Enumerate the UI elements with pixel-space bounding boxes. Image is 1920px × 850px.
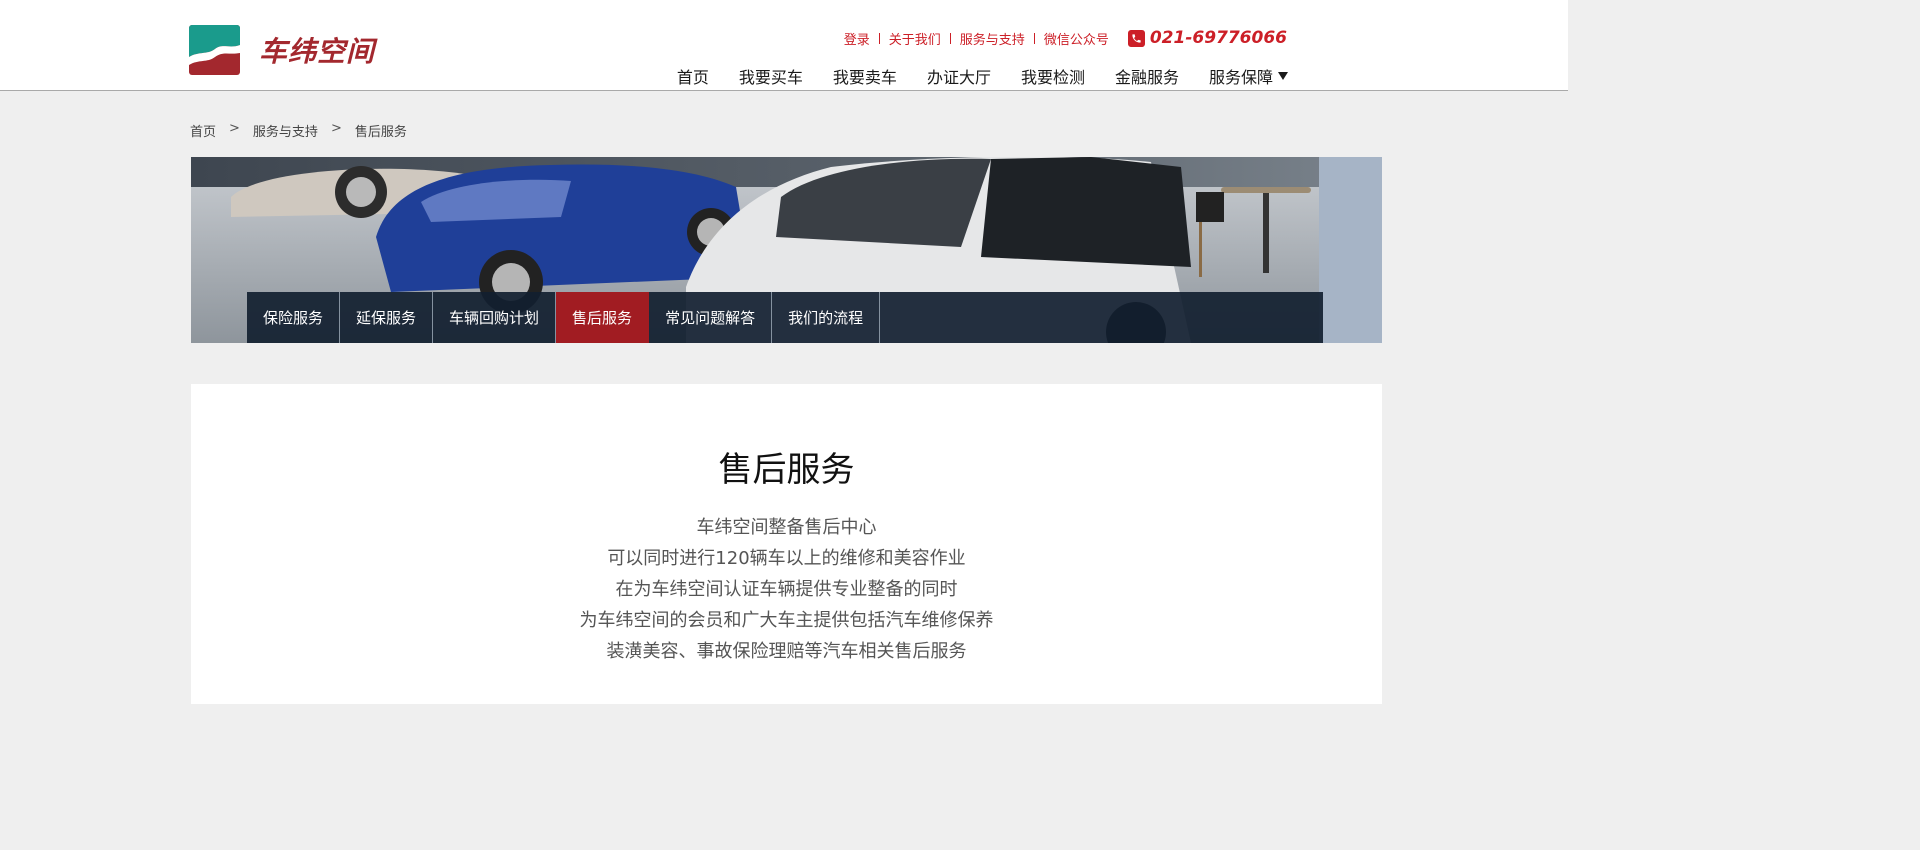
nav-certificate-hall[interactable]: 办证大厅 (927, 64, 991, 88)
service-subnav: 保险服务 延保服务 车辆回购计划 售后服务 常见问题解答 我们的流程 (247, 292, 1323, 343)
nav-inspection[interactable]: 我要检测 (1021, 64, 1085, 88)
divider (1033, 32, 1035, 44)
phone-icon (1127, 29, 1145, 47)
breadcrumb-separator: > (229, 121, 240, 136)
breadcrumb-current: 售后服务 (354, 125, 407, 140)
chevron-down-icon (1278, 72, 1288, 80)
nav-sell-car[interactable]: 我要卖车 (833, 64, 897, 88)
site-header: 车纬空间 登录 关于我们 服务与支持 微信公众号 021-69776066 首页… (0, 0, 1568, 91)
login-link[interactable]: 登录 (844, 29, 870, 48)
top-links: 登录 关于我们 服务与支持 微信公众号 021-69776066 (844, 26, 1287, 50)
description-line: 在为车纬空间认证车辆提供专业整备的同时 (615, 579, 958, 600)
nav-buy-car[interactable]: 我要买车 (739, 64, 803, 88)
tab-our-process[interactable]: 我们的流程 (772, 292, 881, 343)
logo-text: 车纬空间 (259, 35, 376, 68)
description-line: 车纬空间整备售后中心 (696, 517, 877, 538)
logo[interactable]: 车纬空间 (189, 25, 375, 75)
description-line: 装潢美容、事故保险理赔等汽车相关售后服务 (606, 641, 967, 662)
divider (949, 32, 951, 44)
page-title: 售后服务 (718, 450, 855, 490)
phone-contact: 021-69776066 (1127, 28, 1287, 48)
nav-finance[interactable]: 金融服务 (1115, 64, 1179, 88)
breadcrumb-home[interactable]: 首页 (190, 121, 216, 140)
nav-home[interactable]: 首页 (677, 64, 709, 88)
tab-insurance[interactable]: 保险服务 (247, 292, 341, 343)
breadcrumb-separator: > (330, 121, 342, 136)
breadcrumb: 首页 > 服务与支持 > 售后服务 (190, 121, 407, 140)
nav-service-guarantee-label: 服务保障 (1208, 68, 1273, 87)
description-line: 可以同时进行120辆车以上的维修和美容作业 (607, 548, 966, 569)
tab-extended-warranty[interactable]: 延保服务 (340, 292, 434, 343)
content-panel: 售后服务 车纬空间整备售后中心 可以同时进行120辆车以上的维修和美容作业 在为… (191, 384, 1382, 704)
about-link[interactable]: 关于我们 (889, 29, 941, 48)
nav-service-guarantee[interactable]: 服务保障 (1209, 64, 1288, 88)
tab-after-sales[interactable]: 售后服务 (556, 292, 650, 343)
description-line: 为车纬空间的会员和广大车主提供包括汽车维修保养 (579, 610, 994, 631)
hero-banner: 保险服务 延保服务 车辆回购计划 售后服务 常见问题解答 我们的流程 (191, 157, 1382, 343)
wechat-link[interactable]: 微信公众号 (1044, 29, 1109, 48)
phone-number: 021-69776066 (1149, 28, 1287, 48)
content-description: 车纬空间整备售后中心 可以同时进行120辆车以上的维修和美容作业 在为车纬空间认… (191, 512, 1382, 667)
breadcrumb-support[interactable]: 服务与支持 (253, 121, 318, 140)
support-link[interactable]: 服务与支持 (960, 29, 1025, 48)
main-nav: 首页 我要买车 我要卖车 办证大厅 我要检测 金融服务 服务保障 (677, 63, 1288, 89)
logo-mark-icon (189, 25, 240, 75)
tab-buyback-plan[interactable]: 车辆回购计划 (433, 292, 557, 343)
divider (878, 32, 880, 44)
tab-faq[interactable]: 常见问题解答 (649, 292, 773, 343)
